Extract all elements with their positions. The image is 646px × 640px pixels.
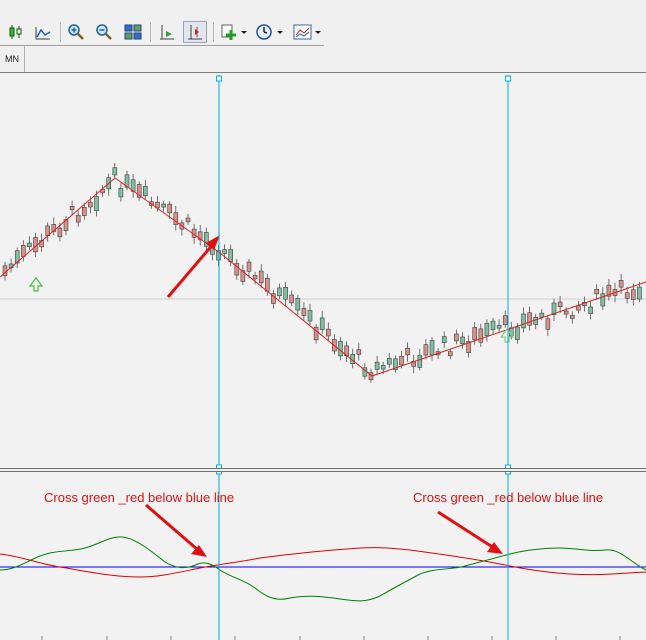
zoom-out-icon xyxy=(96,24,112,40)
candle-body xyxy=(545,318,551,330)
candle-body xyxy=(490,320,496,330)
timeframe-tab-mn[interactable]: MN xyxy=(0,46,25,72)
candle-body xyxy=(252,275,258,280)
candle-body xyxy=(325,328,331,337)
candle-body xyxy=(69,205,75,211)
candle-body xyxy=(301,307,307,316)
vline-handle[interactable] xyxy=(505,472,511,475)
candle-body xyxy=(356,349,362,355)
template-icon xyxy=(293,24,321,40)
candle-body xyxy=(496,324,502,329)
candle-body xyxy=(20,245,26,257)
candle-body xyxy=(539,312,545,318)
toolbar-separator xyxy=(150,22,151,42)
candle-body xyxy=(460,336,465,345)
autoscroll-icon xyxy=(160,25,174,40)
candle-body xyxy=(478,328,484,343)
candle-body xyxy=(386,357,392,365)
candle-body xyxy=(75,214,81,223)
candle-body xyxy=(576,305,581,311)
candle-body xyxy=(222,249,227,254)
candle-body xyxy=(484,322,490,336)
candle-body xyxy=(319,317,325,330)
candle-body xyxy=(57,227,63,238)
candle-body xyxy=(167,203,172,214)
candle-body xyxy=(472,327,478,341)
candle-body xyxy=(118,188,124,198)
candle-body xyxy=(600,293,606,307)
price-chart[interactable] xyxy=(0,75,646,468)
toolbar xyxy=(0,0,646,46)
candle-body xyxy=(515,326,520,340)
candle-body xyxy=(112,167,118,176)
candle-body xyxy=(502,315,508,325)
templates-button[interactable] xyxy=(292,21,324,43)
candle-body xyxy=(624,292,630,299)
add-indicator-icon xyxy=(221,24,247,40)
zoom-in-icon xyxy=(68,24,84,40)
candle-body xyxy=(569,314,575,319)
annotation-label-right: Cross green _red below blue line xyxy=(413,490,604,505)
vline-handle[interactable] xyxy=(216,75,222,82)
candle-body xyxy=(307,310,313,322)
toolbar-separator xyxy=(60,22,61,42)
candle-body xyxy=(258,270,264,284)
candle-body xyxy=(27,242,32,247)
candle-body xyxy=(405,347,410,356)
annotation-label-left: Cross green _red below blue line xyxy=(44,490,235,505)
candle-body xyxy=(447,351,453,357)
candle-body xyxy=(88,202,93,208)
candle-body xyxy=(338,341,343,357)
candle-body xyxy=(277,287,282,297)
candle-body xyxy=(82,206,87,216)
candle-body xyxy=(630,289,636,300)
candle-body xyxy=(185,217,191,223)
candle-body xyxy=(441,336,447,343)
candle-body xyxy=(246,261,252,272)
candle-body xyxy=(423,344,429,356)
candle-body xyxy=(417,355,423,368)
chart-shift-button[interactable] xyxy=(183,21,207,43)
candle-body xyxy=(264,277,270,292)
candle-body xyxy=(454,333,459,342)
candle-body xyxy=(295,298,301,311)
candle-body xyxy=(289,294,295,304)
timeframe-bar: MN xyxy=(0,46,646,73)
tile-windows-button[interactable] xyxy=(121,21,145,43)
toolbar-separator xyxy=(213,22,214,42)
vline-handle[interactable] xyxy=(505,75,511,82)
candle-body xyxy=(283,287,288,300)
candle-body xyxy=(94,196,99,212)
clock-icon xyxy=(256,24,283,40)
line-chart-icon xyxy=(35,27,51,40)
candle-body xyxy=(588,306,593,314)
candle-body xyxy=(557,301,563,307)
candle-body xyxy=(521,313,526,329)
candlestick-icon xyxy=(9,25,22,39)
candle-body xyxy=(380,365,386,370)
candle-body xyxy=(527,312,532,326)
zoom-out-button[interactable] xyxy=(92,21,116,43)
zoom-in-button[interactable] xyxy=(64,21,88,43)
candle-body xyxy=(399,356,404,366)
candle-body xyxy=(563,310,569,315)
vline-handle[interactable] xyxy=(216,472,222,475)
candle-body xyxy=(637,286,642,300)
candlestick-button[interactable] xyxy=(4,21,28,43)
line-chart-button[interactable] xyxy=(31,21,55,43)
candle-body xyxy=(618,280,624,288)
candle-body xyxy=(429,340,435,356)
candle-body xyxy=(228,249,233,262)
periods-button[interactable] xyxy=(254,21,286,43)
candle-body xyxy=(594,288,600,295)
candle-body xyxy=(161,203,166,208)
candle-body xyxy=(143,186,148,197)
chart-shift-icon xyxy=(188,25,202,40)
add-indicator-button[interactable] xyxy=(219,21,249,43)
tile-windows-icon xyxy=(124,24,142,40)
autoscroll-button[interactable] xyxy=(155,21,179,43)
candle-body xyxy=(374,361,380,370)
